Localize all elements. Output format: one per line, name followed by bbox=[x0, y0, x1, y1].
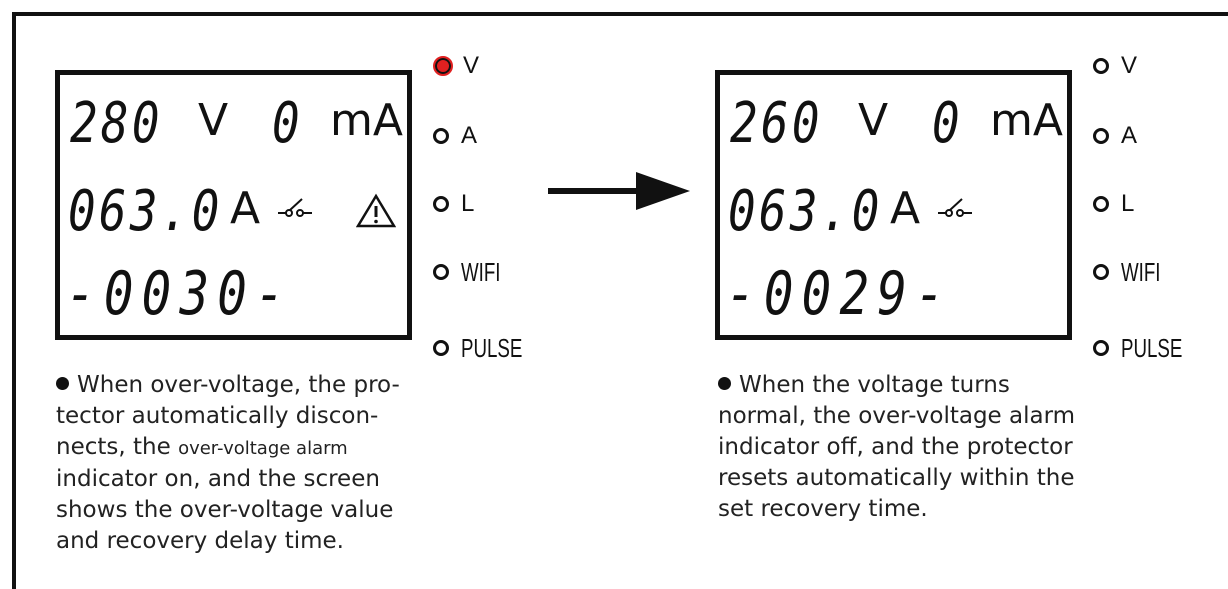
left-indicator-v: V bbox=[433, 48, 479, 84]
right-indicator-l-label: L bbox=[1121, 190, 1135, 217]
right-voltage-value: 260 bbox=[730, 91, 823, 156]
left-indicator-l-led bbox=[433, 196, 449, 212]
right-indicator-v-label: V bbox=[1121, 52, 1138, 79]
left-indicator-wifi-led bbox=[433, 264, 449, 280]
left-caption-line5: shows the over-voltage value bbox=[56, 497, 394, 523]
right-indicator-wifi-led bbox=[1093, 264, 1109, 280]
left-voltage-value: 280 bbox=[70, 91, 163, 156]
right-indicator-pulse-led bbox=[1093, 340, 1109, 356]
bullet-icon bbox=[56, 377, 69, 390]
right-amp-value: 063.0 bbox=[728, 179, 883, 244]
right-caption-line4: resets automatically within the bbox=[718, 465, 1075, 491]
bullet-icon bbox=[718, 377, 731, 390]
left-caption-line1: When over-voltage, the pro- bbox=[77, 372, 400, 398]
right-indicator-a: A bbox=[1093, 118, 1137, 154]
right-indicator-l-led bbox=[1093, 196, 1109, 212]
left-amp-value: 063.0 bbox=[68, 179, 223, 244]
left-current-unit: mA bbox=[330, 95, 403, 146]
frame-left-border bbox=[12, 12, 16, 589]
left-indicator-wifi-label: WIFI bbox=[461, 256, 501, 287]
right-indicator-v: V bbox=[1093, 48, 1137, 84]
left-amp-unit: A bbox=[230, 183, 261, 234]
left-indicator-pulse-led bbox=[433, 340, 449, 356]
left-indicator-a: A bbox=[433, 118, 477, 154]
left-caption: When over-voltage, the pro- tector autom… bbox=[56, 370, 526, 557]
left-current-value: 0 bbox=[272, 91, 303, 156]
left-caption-line3b: over-voltage alarm bbox=[178, 438, 348, 459]
left-indicator-a-label: A bbox=[461, 122, 478, 149]
right-current-value: 0 bbox=[932, 91, 963, 156]
left-indicator-l-label: L bbox=[461, 190, 475, 217]
left-caption-line6: and recovery delay time. bbox=[56, 528, 344, 554]
left-indicator-a-led bbox=[433, 128, 449, 144]
left-delay-value: -0030- bbox=[66, 259, 293, 329]
left-indicator-pulse-label: PULSE bbox=[461, 332, 523, 363]
left-voltage-unit: V bbox=[198, 95, 229, 146]
right-indicator-wifi-label: WIFI bbox=[1121, 256, 1161, 287]
transition-arrow-icon bbox=[548, 172, 690, 210]
right-delay-value: -0029- bbox=[726, 259, 953, 329]
right-caption-line2: normal, the over-voltage alarm bbox=[718, 403, 1076, 429]
switch-open-icon bbox=[938, 198, 972, 217]
right-indicator-pulse-label: PULSE bbox=[1121, 332, 1183, 363]
right-caption-line5: set recovery time. bbox=[718, 496, 928, 522]
right-current-unit: mA bbox=[990, 95, 1063, 146]
right-amp-unit: A bbox=[890, 183, 921, 234]
left-caption-line3a: nects, the bbox=[56, 434, 179, 460]
right-voltage-unit: V bbox=[858, 95, 889, 146]
right-indicator-l: L bbox=[1093, 186, 1134, 222]
left-caption-line2: tector automatically discon- bbox=[56, 403, 379, 429]
left-lcd-screen: 280 V 0 mA 063.0 A -0030- bbox=[55, 70, 412, 340]
right-indicator-wifi: WIFI bbox=[1093, 254, 1176, 290]
right-lcd-screen: 260 V 0 mA 063.0 A -0029- bbox=[715, 70, 1072, 340]
right-indicator-a-led bbox=[1093, 128, 1109, 144]
right-indicator-a-label: A bbox=[1121, 122, 1138, 149]
left-caption-line4: indicator on, and the screen bbox=[56, 466, 380, 492]
right-indicator-pulse: PULSE bbox=[1093, 330, 1206, 366]
warning-triangle-icon bbox=[356, 193, 396, 228]
right-caption-line1: When the voltage turns bbox=[739, 372, 1010, 398]
switch-open-icon bbox=[278, 198, 312, 217]
right-caption-line3: indicator off, and the protector bbox=[718, 434, 1073, 460]
frame-top-border bbox=[12, 12, 1228, 16]
left-indicator-v-led bbox=[433, 56, 453, 76]
left-indicator-v-label: V bbox=[463, 52, 480, 79]
left-indicator-l: L bbox=[433, 186, 474, 222]
left-indicator-pulse: PULSE bbox=[433, 330, 546, 366]
right-caption: When the voltage turns normal, the over-… bbox=[718, 370, 1188, 525]
left-indicator-wifi: WIFI bbox=[433, 254, 516, 290]
right-indicator-v-led bbox=[1093, 58, 1109, 74]
